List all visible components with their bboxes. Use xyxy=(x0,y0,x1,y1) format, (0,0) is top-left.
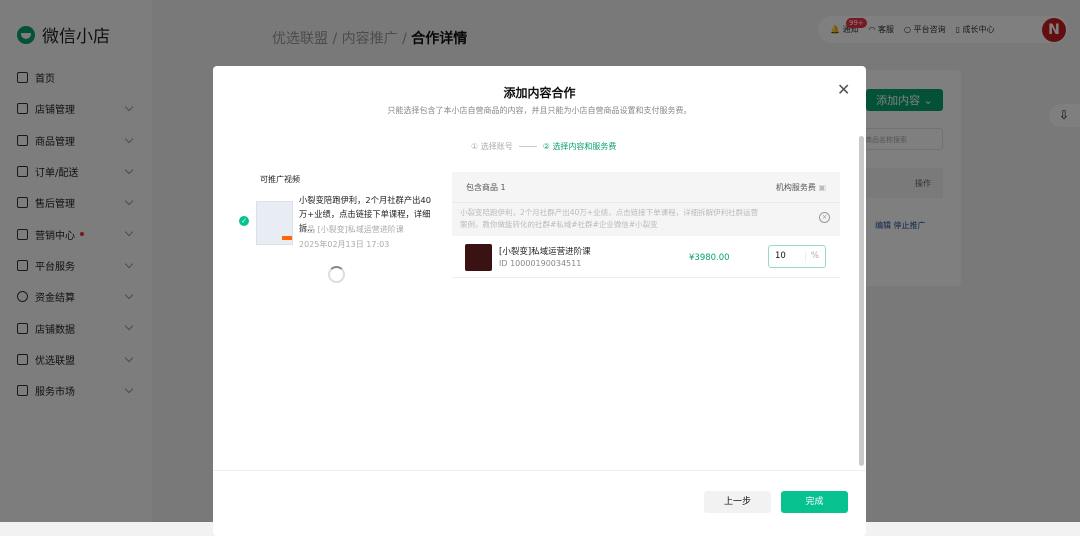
product-price: ¥3980.00 xyxy=(689,253,730,263)
header-products: 包含商品 1 xyxy=(466,182,506,192)
step-num: ② xyxy=(542,142,550,151)
close-icon[interactable]: ✕ xyxy=(837,80,850,99)
step-label: 选择账号 xyxy=(480,142,513,151)
step-label: 选择内容和服务费 xyxy=(552,142,617,151)
modal-title: 添加内容合作 xyxy=(503,86,576,100)
header-fee-label: 机构服务费 xyxy=(775,182,816,192)
description-text: 小裂变陪跑伊利，2个月社群产出40万+业绩，点击链接下单课程，详细拆解伊利社群运… xyxy=(460,208,759,229)
fee-input[interactable]: 10% xyxy=(768,245,826,268)
video-product: 商品 [小裂变]私域运营进阶课 xyxy=(299,225,404,234)
step-divider xyxy=(518,146,537,147)
video-date: 2025年02月13日 17:03 xyxy=(299,240,390,249)
remove-icon[interactable]: × xyxy=(819,212,830,223)
fee-unit: % xyxy=(804,251,819,262)
modal-footer-divider xyxy=(213,470,866,471)
modal-subtitle: 只能选择包含了本小店自营商品的内容，并且只能为小店自营商品设置和支付服务费。 xyxy=(387,106,692,115)
video-meta: 商品 [小裂变]私域运营进阶课 2025年02月13日 17:03 xyxy=(299,222,404,252)
product-image xyxy=(465,244,492,271)
add-content-modal: 添加内容合作 只能选择包含了本小店自营商品的内容，并且只能为小店自营商品设置和支… xyxy=(213,66,866,536)
product-table: 包含商品 1 机构服务费 ▣ 小裂变陪跑伊利，2个月社群产出40万+业绩，点击链接… xyxy=(452,172,840,278)
step-num: ① xyxy=(471,142,479,151)
step-1: ① 选择账号 xyxy=(471,141,513,152)
prev-button[interactable]: 上一步 xyxy=(704,491,771,513)
scrollbar[interactable] xyxy=(859,136,864,466)
header-fee: 机构服务费 ▣ xyxy=(776,182,826,193)
stepper: ① 选择账号 ② 选择内容和服务费 xyxy=(471,141,616,152)
loading-spinner-icon xyxy=(328,266,345,283)
table-header: 包含商品 1 机构服务费 ▣ xyxy=(452,172,840,202)
info-icon[interactable]: ▣ xyxy=(818,183,826,192)
step-2: ② 选择内容和服务费 xyxy=(543,141,617,152)
video-thumbnail xyxy=(256,201,293,245)
table-row: [小裂变]私域运营进阶课 ID 10000190034511 ¥3980.00 … xyxy=(452,236,840,278)
fee-value: 10 xyxy=(775,251,786,261)
checkbox-checked-icon[interactable]: ✓ xyxy=(239,216,249,226)
product-name: [小裂变]私域运营进阶课 xyxy=(499,247,591,257)
video-list-title: 可推广视频 xyxy=(260,175,300,184)
content-description: 小裂变陪跑伊利，2个月社群产出40万+业绩，点击链接下单课程，详细拆解伊利社群运… xyxy=(452,202,840,236)
product-id: ID 10000190034511 xyxy=(499,259,582,268)
done-button[interactable]: 完成 xyxy=(781,491,848,513)
